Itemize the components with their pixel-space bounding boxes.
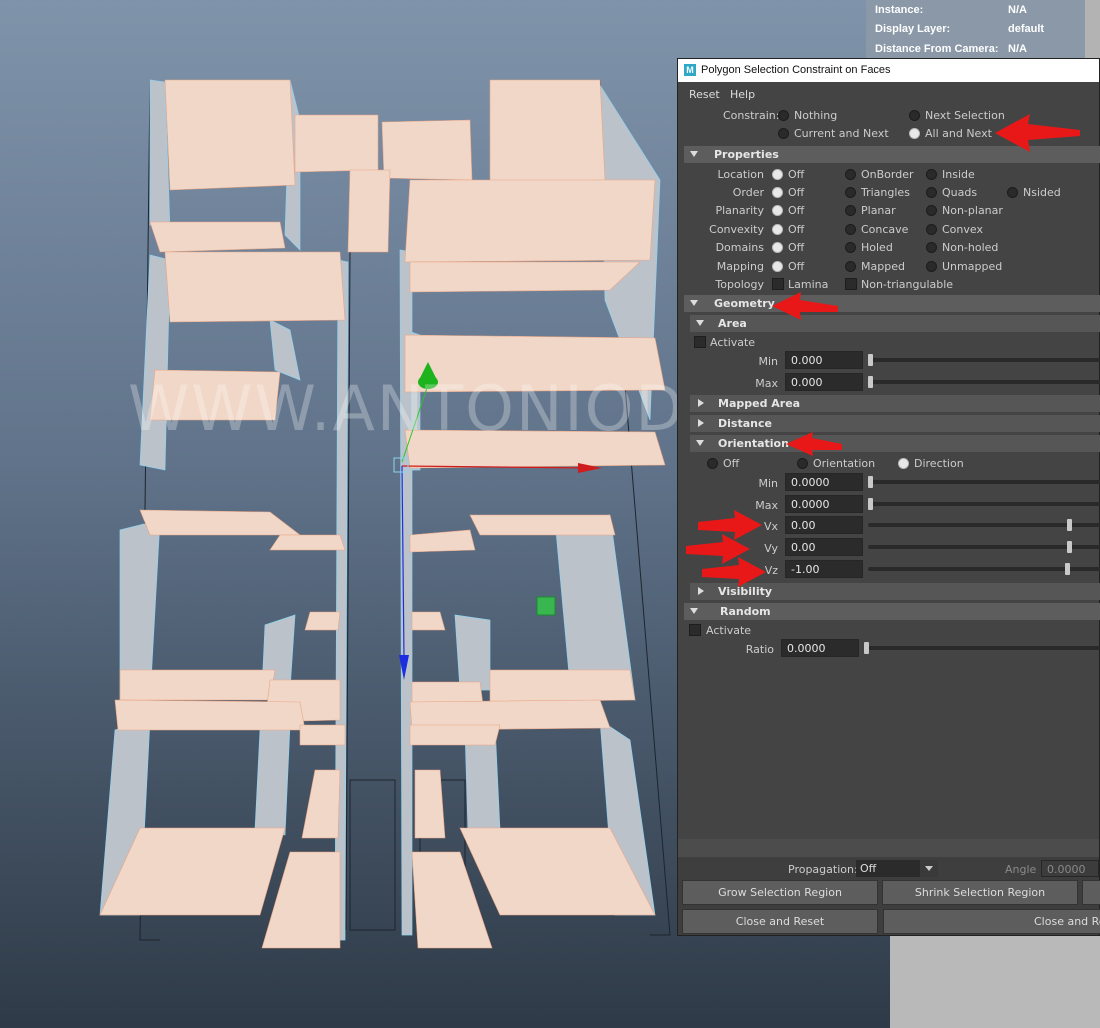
annotation-arrows [686,114,1080,587]
arrow-all-and-next [995,114,1080,152]
arrow-orientation [786,432,842,456]
arrow-geometry [772,292,838,320]
arrow-vz [702,557,766,587]
arrow-vx [698,510,762,540]
